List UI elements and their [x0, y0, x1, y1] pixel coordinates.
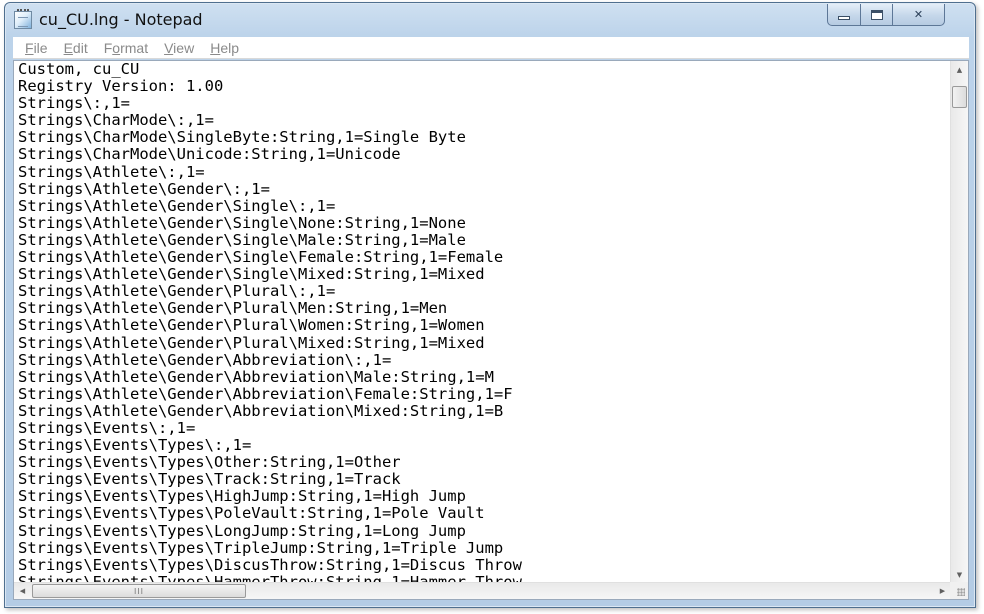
close-button[interactable]: ✕	[893, 4, 945, 26]
close-icon: ✕	[913, 8, 924, 21]
text-line: Strings\Athlete\Gender\Abbreviation\Fema…	[18, 385, 513, 403]
text-line: Strings\Events\Types\DiscusThrow:String,…	[18, 556, 522, 574]
maximize-icon	[870, 9, 883, 20]
scroll-down-arrow-icon[interactable]: ▼	[951, 566, 968, 583]
notepad-window: cu_CU.lng - Notepad ✕ File Edit Format V…	[4, 2, 976, 608]
notepad-icon[interactable]	[14, 9, 32, 29]
caption-buttons: ✕	[827, 4, 965, 28]
text-line: Strings\Events\Types\HighJump:String,1=H…	[18, 488, 466, 506]
menu-help[interactable]: Help	[202, 38, 247, 58]
text-line: Strings\Athlete\Gender\Abbreviation\Mixe…	[18, 402, 504, 420]
text-line: Custom, cu_CU	[18, 61, 140, 78]
text-line: Strings\Athlete\Gender\Plural\Mixed:Stri…	[18, 334, 485, 352]
text-line: Strings\Events\Types\Other:String,1=Othe…	[18, 454, 401, 472]
vertical-scrollbar[interactable]: ▲ ▼	[950, 61, 968, 583]
horizontal-scrollbar[interactable]: ◀ III ▶	[14, 582, 951, 599]
maximize-button[interactable]	[861, 4, 893, 26]
menu-file[interactable]: File	[17, 38, 56, 58]
horizontal-scroll-thumb[interactable]: III	[32, 584, 246, 598]
text-line: Strings\Athlete\Gender\Single\Mixed:Stri…	[18, 266, 485, 284]
text-line: Strings\Athlete\Gender\Plural\Women:Stri…	[18, 317, 485, 335]
text-line: Strings\Athlete\Gender\Plural\Men:String…	[18, 300, 448, 318]
text-line: Strings\CharMode\SingleByte:String,1=Sin…	[18, 129, 466, 147]
minimize-icon	[838, 15, 850, 20]
text-line: Strings\Athlete\Gender\Single\None:Strin…	[18, 214, 466, 232]
text-line: Strings\Events\Types\Track:String,1=Trac…	[18, 471, 401, 489]
text-line: Strings\Athlete\Gender\Single\:,1=	[18, 197, 336, 215]
minimize-button[interactable]	[827, 4, 861, 26]
text-line: Strings\Athlete\:,1=	[18, 163, 205, 181]
text-line: Strings\Events\:,1=	[18, 419, 196, 437]
text-line: Strings\CharMode\Unicode:String,1=Unicod…	[18, 146, 401, 164]
text-line: Strings\Athlete\Gender\Abbreviation\Male…	[18, 368, 494, 386]
vertical-scroll-thumb[interactable]	[952, 86, 967, 108]
size-grip-icon[interactable]	[950, 582, 968, 599]
scroll-left-arrow-icon[interactable]: ◀	[14, 583, 31, 599]
text-line: Registry Version: 1.00	[18, 78, 224, 96]
text-line: Strings\Athlete\Gender\:,1=	[18, 180, 270, 198]
text-line: Strings\Athlete\Gender\Plural\:,1=	[18, 283, 336, 301]
text-line: Strings\Athlete\Gender\Single\Male:Strin…	[18, 231, 466, 249]
title-bar[interactable]: cu_CU.lng - Notepad ✕	[5, 3, 975, 37]
text-line: Strings\Athlete\Gender\Single\Female:Str…	[18, 249, 504, 267]
scroll-right-arrow-icon[interactable]: ▶	[934, 583, 951, 599]
scroll-up-arrow-icon[interactable]: ▲	[951, 61, 968, 78]
document-text-area[interactable]: Custom, cu_CU Registry Version: 1.00 Strin…	[14, 61, 951, 583]
menu-edit[interactable]: Edit	[56, 38, 96, 58]
text-line: Strings\Events\Types\PoleVault:String,1=…	[18, 505, 485, 523]
menu-bar: File Edit Format View Help	[13, 37, 969, 59]
text-line: Strings\Events\Types\:,1=	[18, 437, 252, 455]
menu-view[interactable]: View	[156, 38, 202, 58]
text-line: Strings\Events\Types\TripleJump:String,1…	[18, 539, 504, 557]
editor-pane: Custom, cu_CU Registry Version: 1.00 Strin…	[13, 60, 969, 600]
text-line: Strings\Athlete\Gender\Abbreviation\:,1=	[18, 351, 392, 369]
text-line: Strings\CharMode\:,1=	[18, 112, 214, 130]
text-line: Strings\:,1=	[18, 95, 130, 113]
menu-format[interactable]: Format	[96, 38, 156, 58]
text-line: Strings\Events\Types\LongJump:String,1=L…	[18, 522, 466, 540]
scroll-thumb-grip: III	[133, 586, 145, 596]
window-title: cu_CU.lng - Notepad	[39, 10, 203, 29]
